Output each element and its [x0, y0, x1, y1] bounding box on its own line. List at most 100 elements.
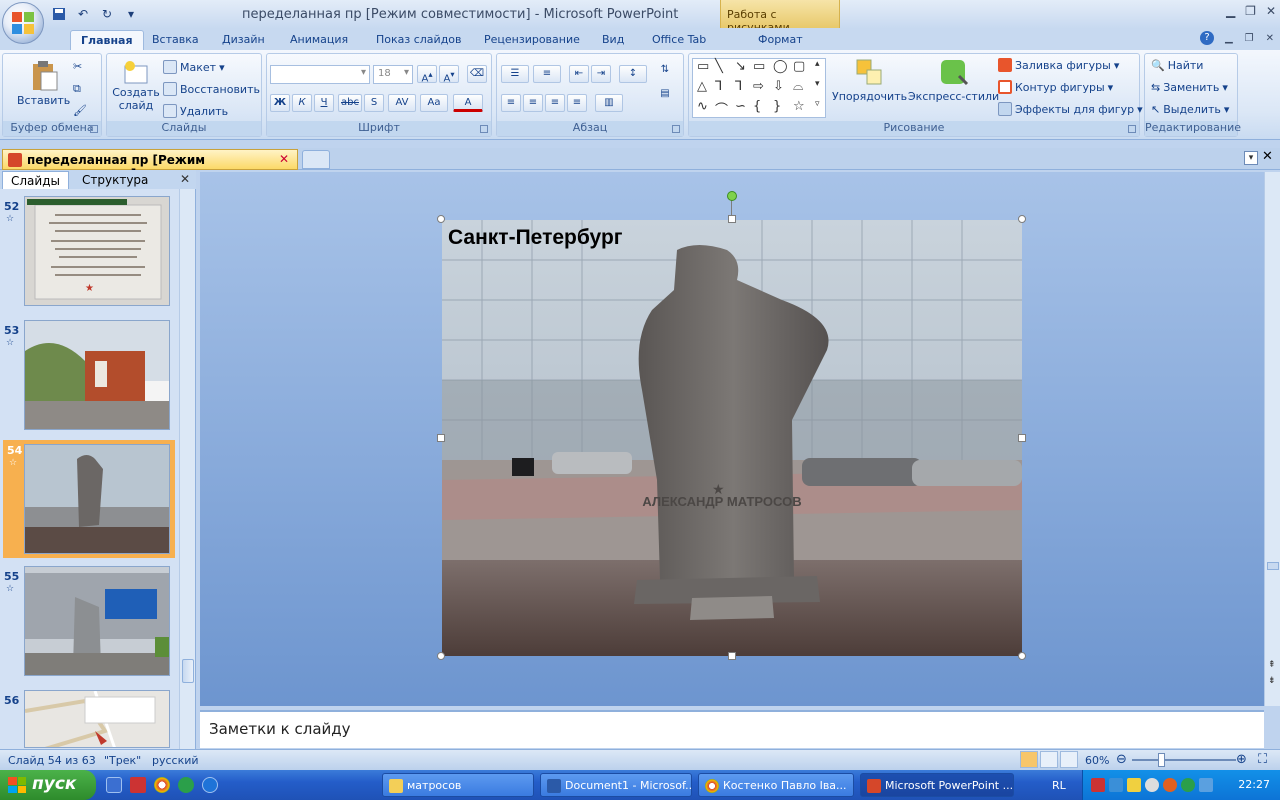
- columns-icon[interactable]: ▥: [595, 94, 623, 112]
- font-launcher-icon[interactable]: [480, 125, 488, 133]
- office-button[interactable]: [2, 2, 44, 44]
- resize-handle[interactable]: [1018, 652, 1026, 660]
- restore-icon[interactable]: ❐: [1245, 4, 1256, 18]
- freeform-shape-icon[interactable]: ⌓: [793, 79, 803, 94]
- app-launch-icon[interactable]: [130, 777, 146, 793]
- paste-button[interactable]: Вставить: [17, 60, 70, 107]
- slide-thumbnail[interactable]: 52 ☆ ★: [0, 196, 180, 312]
- zoom-out-icon[interactable]: ⊖: [1116, 752, 1127, 767]
- sorter-view-icon[interactable]: [1040, 751, 1058, 768]
- slide-title[interactable]: Санкт-Петербург: [448, 226, 623, 250]
- tray-network-icon[interactable]: [1109, 778, 1123, 792]
- strike-button[interactable]: abc: [338, 94, 362, 112]
- undo-icon[interactable]: ↶: [74, 5, 92, 23]
- resize-handle[interactable]: [728, 652, 736, 660]
- elbow-arrow-shape-icon[interactable]: ⅂: [735, 79, 742, 94]
- oval-shape-icon[interactable]: ◯: [773, 59, 788, 74]
- resize-handle[interactable]: [1018, 434, 1026, 442]
- text-direction-icon[interactable]: ⇅: [655, 62, 675, 80]
- new-doc-tab[interactable]: [302, 150, 330, 169]
- justify-icon[interactable]: ≡: [567, 94, 587, 112]
- select-button[interactable]: ↖ Выделить ▾: [1151, 103, 1229, 116]
- rounded-rect-shape-icon[interactable]: ▢: [793, 59, 805, 74]
- fit-window-icon[interactable]: ⛶: [1258, 752, 1267, 767]
- tab-view[interactable]: Вид: [592, 30, 634, 51]
- underline-button[interactable]: Ч: [314, 94, 334, 112]
- redo-icon[interactable]: ↻: [98, 5, 116, 23]
- slide-thumbnail[interactable]: 55 ☆: [0, 566, 180, 682]
- align-left-icon[interactable]: ≡: [501, 94, 521, 112]
- paragraph-launcher-icon[interactable]: [672, 125, 680, 133]
- copy-icon[interactable]: ⧉: [73, 82, 81, 96]
- zoom-slider-knob[interactable]: [1158, 753, 1165, 767]
- resize-handle[interactable]: [437, 652, 445, 660]
- align-center-icon[interactable]: ≡: [523, 94, 543, 112]
- zoom-in-icon[interactable]: ⊕: [1236, 752, 1247, 767]
- tab-animation[interactable]: Анимация: [280, 30, 358, 51]
- browser-launch-icon[interactable]: [202, 777, 218, 793]
- increase-indent-icon[interactable]: ⇥: [591, 65, 611, 83]
- star-shape-icon[interactable]: ☆: [793, 99, 805, 114]
- arrow-shape-icon[interactable]: ↘: [735, 59, 746, 74]
- next-slide-icon[interactable]: ⇟: [1268, 676, 1276, 686]
- close-all-tabs-icon[interactable]: ✕: [1262, 149, 1273, 164]
- right-brace-shape-icon[interactable]: }: [773, 99, 781, 114]
- delete-slide-button[interactable]: Удалить: [163, 104, 228, 118]
- tray-security-icon[interactable]: [1091, 778, 1105, 792]
- italic-button[interactable]: К: [292, 94, 312, 112]
- clipboard-launcher-icon[interactable]: [90, 125, 98, 133]
- new-slide-button[interactable]: Создать слайд: [111, 60, 161, 112]
- language[interactable]: русский: [152, 754, 199, 767]
- help-icon[interactable]: ?: [1200, 31, 1214, 45]
- down-arrow-shape-icon[interactable]: ⇩: [773, 79, 784, 94]
- tray-update-icon[interactable]: [1127, 778, 1141, 792]
- prev-slide-icon[interactable]: ⇞: [1268, 660, 1276, 670]
- shrink-font-icon[interactable]: A▾: [439, 65, 459, 84]
- curve-shape-icon[interactable]: ∿: [697, 99, 708, 114]
- quick-styles-button[interactable]: Экспресс-стили: [908, 56, 999, 103]
- tab-slides-panel[interactable]: Слайды: [2, 171, 69, 189]
- tab-insert[interactable]: Вставка: [142, 30, 209, 51]
- keyboard-language[interactable]: RL: [1052, 779, 1066, 792]
- wave-shape-icon[interactable]: ∽: [735, 99, 746, 114]
- panel-scrollbar[interactable]: [179, 189, 195, 750]
- line-spacing-icon[interactable]: ↕: [619, 65, 647, 83]
- char-spacing-button[interactable]: AV: [388, 94, 416, 112]
- tray-volume-icon[interactable]: [1145, 778, 1159, 792]
- ribbon-close-icon[interactable]: ✕: [1266, 33, 1274, 44]
- resize-handle[interactable]: [437, 215, 445, 223]
- qat-dropdown-icon[interactable]: ▾: [122, 5, 140, 23]
- slideshow-view-icon[interactable]: [1060, 751, 1078, 768]
- clear-format-icon[interactable]: ⌫: [467, 65, 487, 83]
- utorrent-launch-icon[interactable]: [178, 777, 194, 793]
- slide-canvas[interactable]: АЛЕКСАНДР МАТРОСОВ ★ Санкт-Петербург: [442, 220, 1022, 656]
- change-case-button[interactable]: Aa: [420, 94, 448, 112]
- arc-shape-icon[interactable]: ⌒: [715, 99, 728, 118]
- gallery-more-icon[interactable]: ▿: [815, 99, 820, 109]
- shape-effects-button[interactable]: Эффекты для фигур ▾: [998, 102, 1143, 116]
- tray-torrent-icon[interactable]: [1181, 778, 1195, 792]
- tab-home[interactable]: Главная: [70, 30, 144, 51]
- tray-app-icon[interactable]: [1163, 778, 1177, 792]
- zoom-slider[interactable]: [1132, 759, 1236, 761]
- bullets-icon[interactable]: ☰: [501, 65, 529, 83]
- decrease-indent-icon[interactable]: ⇤: [569, 65, 589, 83]
- shape-outline-button[interactable]: Контур фигуры ▾: [998, 80, 1113, 94]
- textbox-shape-icon[interactable]: ▭: [697, 59, 709, 74]
- ribbon-restore-icon[interactable]: ❐: [1245, 33, 1254, 44]
- monument-photo[interactable]: АЛЕКСАНДР МАТРОСОВ ★: [442, 220, 1022, 656]
- elbow-shape-icon[interactable]: ⅂: [715, 79, 722, 94]
- gallery-scroll-down-icon[interactable]: ▾: [815, 79, 820, 89]
- slide-scrollbar[interactable]: ⇞ ⇟: [1264, 172, 1280, 706]
- save-icon[interactable]: [50, 5, 68, 23]
- slide-thumbnail[interactable]: 56: [0, 690, 180, 750]
- resize-handle[interactable]: [728, 215, 736, 223]
- format-painter-icon[interactable]: 🖌: [73, 104, 87, 117]
- grow-font-icon[interactable]: A▴: [417, 65, 437, 84]
- normal-view-icon[interactable]: [1020, 751, 1038, 768]
- tab-office-tab[interactable]: Office Tab: [642, 30, 716, 51]
- tab-format[interactable]: Формат: [748, 30, 813, 51]
- close-window-icon[interactable]: ✕: [1266, 4, 1276, 18]
- layout-button[interactable]: Макет ▾: [163, 60, 225, 74]
- resize-handle[interactable]: [437, 434, 445, 442]
